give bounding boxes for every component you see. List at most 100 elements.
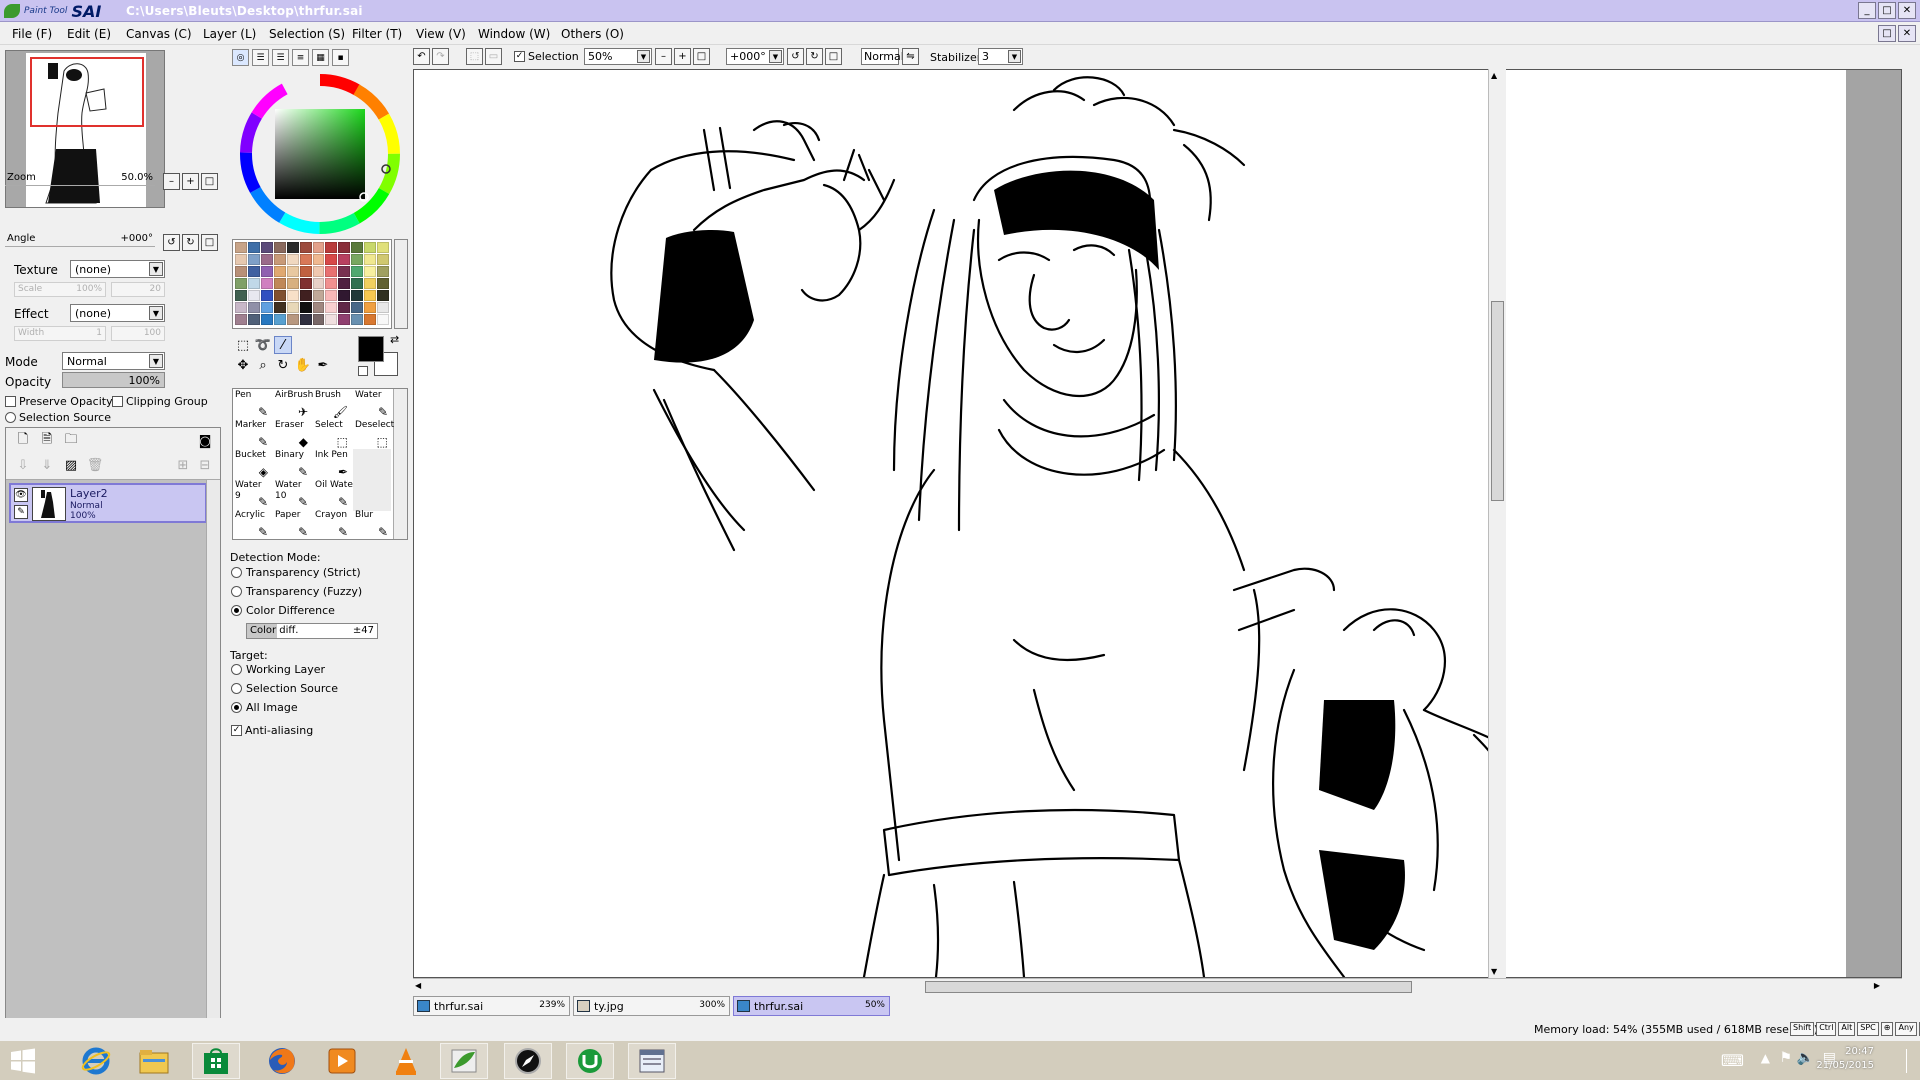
pen-icon[interactable]: ✎: [14, 505, 28, 519]
tool-slot-water[interactable]: Water ✎: [353, 389, 391, 421]
document-tab[interactable]: thrfur.sai 239%: [413, 996, 570, 1016]
show-selection-checkbox[interactable]: ✓ Selection: [514, 50, 579, 63]
palette-swatch[interactable]: [247, 266, 260, 277]
show-hidden-icons-icon[interactable]: ▲: [1761, 1051, 1770, 1065]
paint-tool-sai-icon[interactable]: [440, 1043, 488, 1079]
palette-swatch[interactable]: [377, 290, 389, 301]
tool-slot-bucket[interactable]: Bucket ◈: [233, 449, 271, 481]
invert-selection-icon[interactable]: ▭: [485, 48, 502, 65]
rect-select-icon[interactable]: ⬚: [234, 336, 252, 354]
tool-slot-eraser[interactable]: Eraser ◆: [273, 419, 311, 451]
detection-transparency-fuzzy-radio[interactable]: Transparency (Fuzzy): [231, 585, 362, 598]
tool-slot-marker[interactable]: Marker ✎: [233, 419, 271, 451]
palette-swatch[interactable]: [299, 266, 312, 277]
palette-swatch[interactable]: [260, 302, 273, 313]
palette-swatch[interactable]: [325, 266, 338, 277]
palette-swatch[interactable]: [338, 242, 351, 253]
apply-mask-icon[interactable]: ⊞: [174, 456, 192, 474]
store-icon[interactable]: [192, 1043, 240, 1079]
palette-swatch[interactable]: [286, 302, 299, 313]
effect-select[interactable]: (none) ▼: [70, 304, 165, 322]
action-center-flag-icon[interactable]: ⚑: [1779, 1050, 1792, 1066]
tool-slot-select[interactable]: Select ⬚: [313, 419, 351, 451]
scroll-right-icon[interactable]: ▶: [1874, 981, 1880, 990]
palette-swatch[interactable]: [299, 278, 312, 289]
menu-others[interactable]: Others (O): [561, 27, 624, 41]
link-mask-icon[interactable]: ⊟: [196, 456, 214, 474]
lasso-icon[interactable]: ➰: [254, 336, 272, 354]
layer-mask-icon[interactable]: ◙: [196, 432, 214, 450]
palette-swatch[interactable]: [338, 254, 351, 265]
palette-swatch[interactable]: [247, 302, 260, 313]
tool-slot-crayon[interactable]: Crayon ✎: [313, 509, 351, 541]
palette-swatch[interactable]: [286, 314, 299, 325]
hand-icon[interactable]: ✋: [294, 356, 312, 374]
palette-swatch[interactable]: [299, 302, 312, 313]
palette-swatch[interactable]: [364, 254, 377, 265]
tool-slot-acrylic[interactable]: Acrylic ✎: [233, 509, 271, 541]
safari-icon[interactable]: [504, 1043, 552, 1079]
palette-swatch[interactable]: [235, 254, 247, 265]
scroll-down-icon[interactable]: ▼: [1491, 967, 1497, 976]
palette-swatch[interactable]: [312, 278, 325, 289]
tool-slot-brush[interactable]: Brush 🖌: [313, 389, 351, 421]
palette-swatch[interactable]: [377, 242, 389, 253]
anti-aliasing-checkbox[interactable]: ✓ Anti-aliasing: [231, 724, 313, 737]
tool-slot-deselect[interactable]: Deselect ⬚: [353, 419, 394, 451]
palette-swatch[interactable]: [338, 266, 351, 277]
palette-swatch[interactable]: [312, 254, 325, 265]
palette-swatch[interactable]: [260, 254, 273, 265]
palette-swatch[interactable]: [351, 278, 364, 289]
palette-swatch[interactable]: [247, 242, 260, 253]
swatches-tab-icon[interactable]: ▦: [312, 49, 329, 66]
palette-swatch[interactable]: [364, 266, 377, 277]
palette-swatch[interactable]: [235, 278, 247, 289]
palette-swatch[interactable]: [260, 290, 273, 301]
canvas-rotate-left-icon[interactable]: ↺: [787, 48, 804, 65]
palette-swatch[interactable]: [325, 302, 338, 313]
layer-scrollbar[interactable]: [206, 480, 220, 1018]
canvas-rotate-reset-icon[interactable]: □: [825, 48, 842, 65]
preserve-opacity-checkbox[interactable]: Preserve Opacity: [5, 395, 113, 408]
tool-slot-empty[interactable]: [353, 449, 391, 481]
palette-swatch[interactable]: [235, 314, 247, 325]
delete-layer-icon[interactable]: 🗑: [86, 456, 104, 474]
palette-swatch[interactable]: [299, 254, 312, 265]
palette-swatch[interactable]: [286, 242, 299, 253]
palette-swatch[interactable]: [377, 314, 389, 325]
menu-selection[interactable]: Selection (S): [269, 27, 345, 41]
rotate-left-icon[interactable]: ↺: [163, 234, 180, 251]
palette-swatch[interactable]: [299, 314, 312, 325]
palette-swatch[interactable]: [351, 290, 364, 301]
color-wheel[interactable]: [238, 72, 403, 237]
redo-icon[interactable]: ↷: [432, 48, 449, 65]
internet-explorer-icon[interactable]: [68, 1043, 124, 1079]
palette-swatch[interactable]: [260, 242, 273, 253]
navigator-viewport-rect[interactable]: [30, 57, 144, 127]
minimize-button[interactable]: _: [1858, 2, 1876, 19]
palette-swatch[interactable]: [351, 302, 364, 313]
canvas-paper[interactable]: [414, 70, 1846, 979]
canvas-horizontal-scrollbar[interactable]: ◀ ▶: [413, 978, 1902, 995]
color-swatch-palette[interactable]: [232, 239, 392, 329]
palette-swatch[interactable]: [351, 314, 364, 325]
move-icon[interactable]: ✥: [234, 356, 252, 374]
palette-swatch[interactable]: [377, 254, 389, 265]
zoom-in-icon[interactable]: +: [182, 173, 199, 190]
scroll-up-icon[interactable]: ▲: [1491, 71, 1497, 80]
merge-down-icon[interactable]: ⇓: [38, 456, 56, 474]
media-player-icon[interactable]: [314, 1043, 370, 1079]
windows-start-icon[interactable]: [0, 1043, 46, 1079]
canvas-angle-select[interactable]: +000° ▼: [726, 48, 784, 65]
angle-slider[interactable]: Angle +000°: [5, 233, 155, 247]
selection-source-checkbox[interactable]: Selection Source: [5, 411, 111, 424]
palette-swatch[interactable]: [377, 278, 389, 289]
color-wheel-tab-icon[interactable]: ◎: [232, 49, 249, 66]
palette-swatch[interactable]: [364, 278, 377, 289]
system-clock[interactable]: 20:47 21/05/2015: [1816, 1045, 1874, 1073]
palette-swatch[interactable]: [351, 266, 364, 277]
foreground-color-swatch[interactable]: [358, 336, 384, 362]
palette-swatch[interactable]: [299, 290, 312, 301]
document-tab-active[interactable]: thrfur.sai 50%: [733, 996, 890, 1016]
canvas-zoom-out-icon[interactable]: –: [655, 48, 672, 65]
